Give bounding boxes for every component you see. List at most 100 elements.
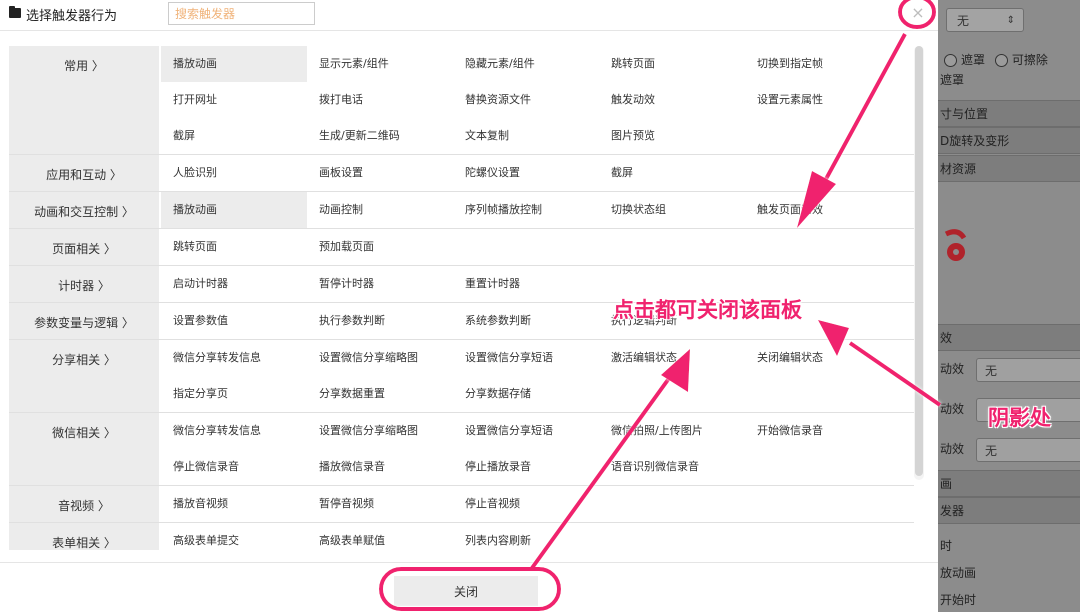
trigger-action-item[interactable]: 设置微信分享短语 <box>453 340 599 376</box>
category-label[interactable]: 计时器 〉 <box>9 266 159 302</box>
category-label[interactable]: 表单相关 〉 <box>9 523 159 550</box>
category-label[interactable]: 分享相关 〉 <box>9 340 159 412</box>
category-row: 分享相关 〉微信分享转发信息 设置微信分享缩略图 设置微信分享短语 激活编辑状态 关闭编… <box>9 340 914 413</box>
trigger-action-item[interactable]: 人脸识别 <box>161 155 307 191</box>
trigger-action-item[interactable]: 截屏 <box>161 118 307 154</box>
trigger-action-item[interactable]: 截屏 <box>599 155 745 191</box>
bg-row-start-time: 开始时 <box>940 593 977 607</box>
category-items: 播放动画 动画控制 序列帧播放控制 切换状态组 触发页面动效 <box>159 192 914 228</box>
modal-footer: 关闭 <box>0 562 938 613</box>
trigger-action-item[interactable]: 打开网址 <box>161 82 307 118</box>
category-items: 微信分享转发信息 设置微信分享缩略图 设置微信分享短语 激活编辑状态 关闭编辑状态指定分… <box>159 340 914 412</box>
category-items: 微信分享转发信息 设置微信分享缩略图 设置微信分享短语 微信拍照/上传图片 开始微信录音… <box>159 413 914 485</box>
trigger-action-item[interactable]: 执行参数判断 <box>307 303 453 339</box>
bg-row-play-animation: 放动画 <box>940 566 977 580</box>
trigger-action-item[interactable]: 播放动画 <box>161 46 307 82</box>
category-label[interactable]: 应用和互动 〉 <box>9 155 159 191</box>
close-icon[interactable]: × <box>904 0 932 26</box>
close-button[interactable]: 关闭 <box>394 576 538 606</box>
category-label[interactable]: 常用 〉 <box>9 46 159 154</box>
trigger-action-item[interactable]: 触发页面动效 <box>745 192 891 228</box>
trigger-action-item[interactable]: 微信分享转发信息 <box>161 413 307 449</box>
trigger-action-item[interactable]: 微信分享转发信息 <box>161 340 307 376</box>
background-overlay[interactable]: 无 ⇕ 遮罩 可擦除 遮罩 寸与位置 D旋转及变形 材资源 效 动效 无 动效 … <box>938 0 1080 612</box>
trigger-action-item[interactable]: 跳转页面 <box>599 46 745 82</box>
bg-section-animation: 画 <box>938 470 1080 497</box>
trigger-action-item[interactable]: 序列帧播放控制 <box>453 192 599 228</box>
trigger-action-item[interactable]: 指定分享页 <box>161 376 307 412</box>
radio-icon <box>944 54 957 67</box>
trigger-action-item[interactable]: 跳转页面 <box>161 229 307 265</box>
category-items: 播放音视频 暂停音视频 停止音视频 <box>159 486 914 522</box>
trigger-action-item[interactable]: 分享数据重置 <box>307 376 453 412</box>
annotation-click-close: 点击都可关闭该面板 <box>613 298 802 322</box>
category-row: 页面相关 〉跳转页面 预加载页面 <box>9 229 914 266</box>
trigger-action-item[interactable]: 播放微信录音 <box>307 449 453 485</box>
trigger-action-item[interactable]: 设置元素属性 <box>745 82 891 118</box>
category-row: 微信相关 〉微信分享转发信息 设置微信分享缩略图 设置微信分享短语 微信拍照/上传图片… <box>9 413 914 486</box>
bg-radio-label-1: 遮罩 <box>961 53 986 67</box>
scrollbar[interactable] <box>914 46 924 480</box>
bg-section-effect: 效 <box>938 324 1080 351</box>
trigger-action-item[interactable]: 预加载页面 <box>307 229 453 265</box>
trigger-action-item[interactable]: 画板设置 <box>307 155 453 191</box>
category-row: 表单相关 〉高级表单提交 高级表单赋值 列表内容刷新 <box>9 523 914 550</box>
category-label[interactable]: 动画和交互控制 〉 <box>9 192 159 228</box>
trigger-action-item[interactable]: 停止音视频 <box>453 486 599 522</box>
bg-section-rotate: D旋转及变形 <box>938 127 1080 154</box>
trigger-action-item[interactable]: 动画控制 <box>307 192 453 228</box>
trigger-action-item[interactable]: 重置计时器 <box>453 266 599 302</box>
trigger-action-item[interactable]: 停止播放录音 <box>453 449 599 485</box>
category-label[interactable]: 音视频 〉 <box>9 486 159 522</box>
trigger-action-item[interactable]: 图片预览 <box>599 118 745 154</box>
trigger-action-item[interactable]: 启动计时器 <box>161 266 307 302</box>
trigger-action-item[interactable]: 隐藏元素/组件 <box>453 46 599 82</box>
trigger-action-item[interactable]: 系统参数判断 <box>453 303 599 339</box>
category-label[interactable]: 参数变量与逻辑 〉 <box>9 303 159 339</box>
trigger-action-item[interactable]: 设置微信分享短语 <box>453 413 599 449</box>
category-items: 人脸识别 画板设置 陀螺仪设置 截屏 <box>159 155 914 191</box>
trigger-action-item[interactable]: 播放音视频 <box>161 486 307 522</box>
trigger-action-item[interactable]: 陀螺仪设置 <box>453 155 599 191</box>
trigger-action-item[interactable]: 高级表单赋值 <box>307 523 453 550</box>
trigger-action-item[interactable]: 显示元素/组件 <box>307 46 453 82</box>
trigger-action-item[interactable]: 分享数据存储 <box>453 376 599 412</box>
trigger-action-item[interactable]: 列表内容刷新 <box>453 523 599 550</box>
trigger-action-item[interactable]: 语音识别微信录音 <box>599 449 745 485</box>
trigger-action-item[interactable]: 暂停计时器 <box>307 266 453 302</box>
trigger-action-item[interactable]: 切换到指定帧 <box>745 46 891 82</box>
trigger-action-item[interactable]: 拨打电话 <box>307 82 453 118</box>
category-row: 常用 〉播放动画 显示元素/组件 隐藏元素/组件 跳转页面 切换到指定帧打开网址 拨打电话… <box>9 46 914 155</box>
trigger-action-item[interactable]: 停止微信录音 <box>161 449 307 485</box>
trigger-action-item[interactable]: 生成/更新二维码 <box>307 118 453 154</box>
category-row: 音视频 〉播放音视频 暂停音视频 停止音视频 <box>9 486 914 523</box>
category-items: 播放动画 显示元素/组件 隐藏元素/组件 跳转页面 切换到指定帧打开网址 拨打电话 替换资源… <box>159 46 914 154</box>
scrollbar-thumb[interactable] <box>915 46 923 476</box>
trigger-action-item[interactable]: 设置微信分享缩略图 <box>307 413 453 449</box>
trigger-action-item[interactable]: 文本复制 <box>453 118 599 154</box>
trigger-action-item[interactable]: 暂停音视频 <box>307 486 453 522</box>
trigger-action-item[interactable]: 开始微信录音 <box>745 413 891 449</box>
trigger-action-item[interactable]: 高级表单提交 <box>161 523 307 550</box>
category-label[interactable]: 微信相关 〉 <box>9 413 159 485</box>
bg-radio-label-2: 可擦除 <box>1011 53 1048 67</box>
trigger-action-item[interactable]: 设置参数值 <box>161 303 307 339</box>
trigger-action-item[interactable]: 播放动画 <box>161 192 307 228</box>
search-input[interactable] <box>168 2 315 25</box>
modal-title: 选择触发器行为 <box>26 9 118 24</box>
bg-section-size: 寸与位置 <box>938 100 1080 127</box>
trigger-action-item[interactable]: 替换资源文件 <box>453 82 599 118</box>
category-row: 应用和互动 〉人脸识别 画板设置 陀螺仪设置 截屏 <box>9 155 914 192</box>
trigger-action-item[interactable]: 触发动效 <box>599 82 745 118</box>
trigger-action-item[interactable]: 微信拍照/上传图片 <box>599 413 745 449</box>
trigger-action-item[interactable]: 关闭编辑状态 <box>745 340 891 376</box>
category-label[interactable]: 页面相关 〉 <box>9 229 159 265</box>
trigger-action-item[interactable]: 设置微信分享缩略图 <box>307 340 453 376</box>
brand-logo-icon <box>944 229 967 261</box>
bg-row-time: 时 <box>940 539 953 553</box>
updown-icon: ⇕ <box>1006 15 1015 26</box>
trigger-action-item[interactable]: 切换状态组 <box>599 192 745 228</box>
trigger-action-item[interactable]: 激活编辑状态 <box>599 340 745 376</box>
annotation-shadow: 阴影处 <box>988 406 1051 430</box>
modal-header: 选择触发器行为 × <box>0 0 938 31</box>
